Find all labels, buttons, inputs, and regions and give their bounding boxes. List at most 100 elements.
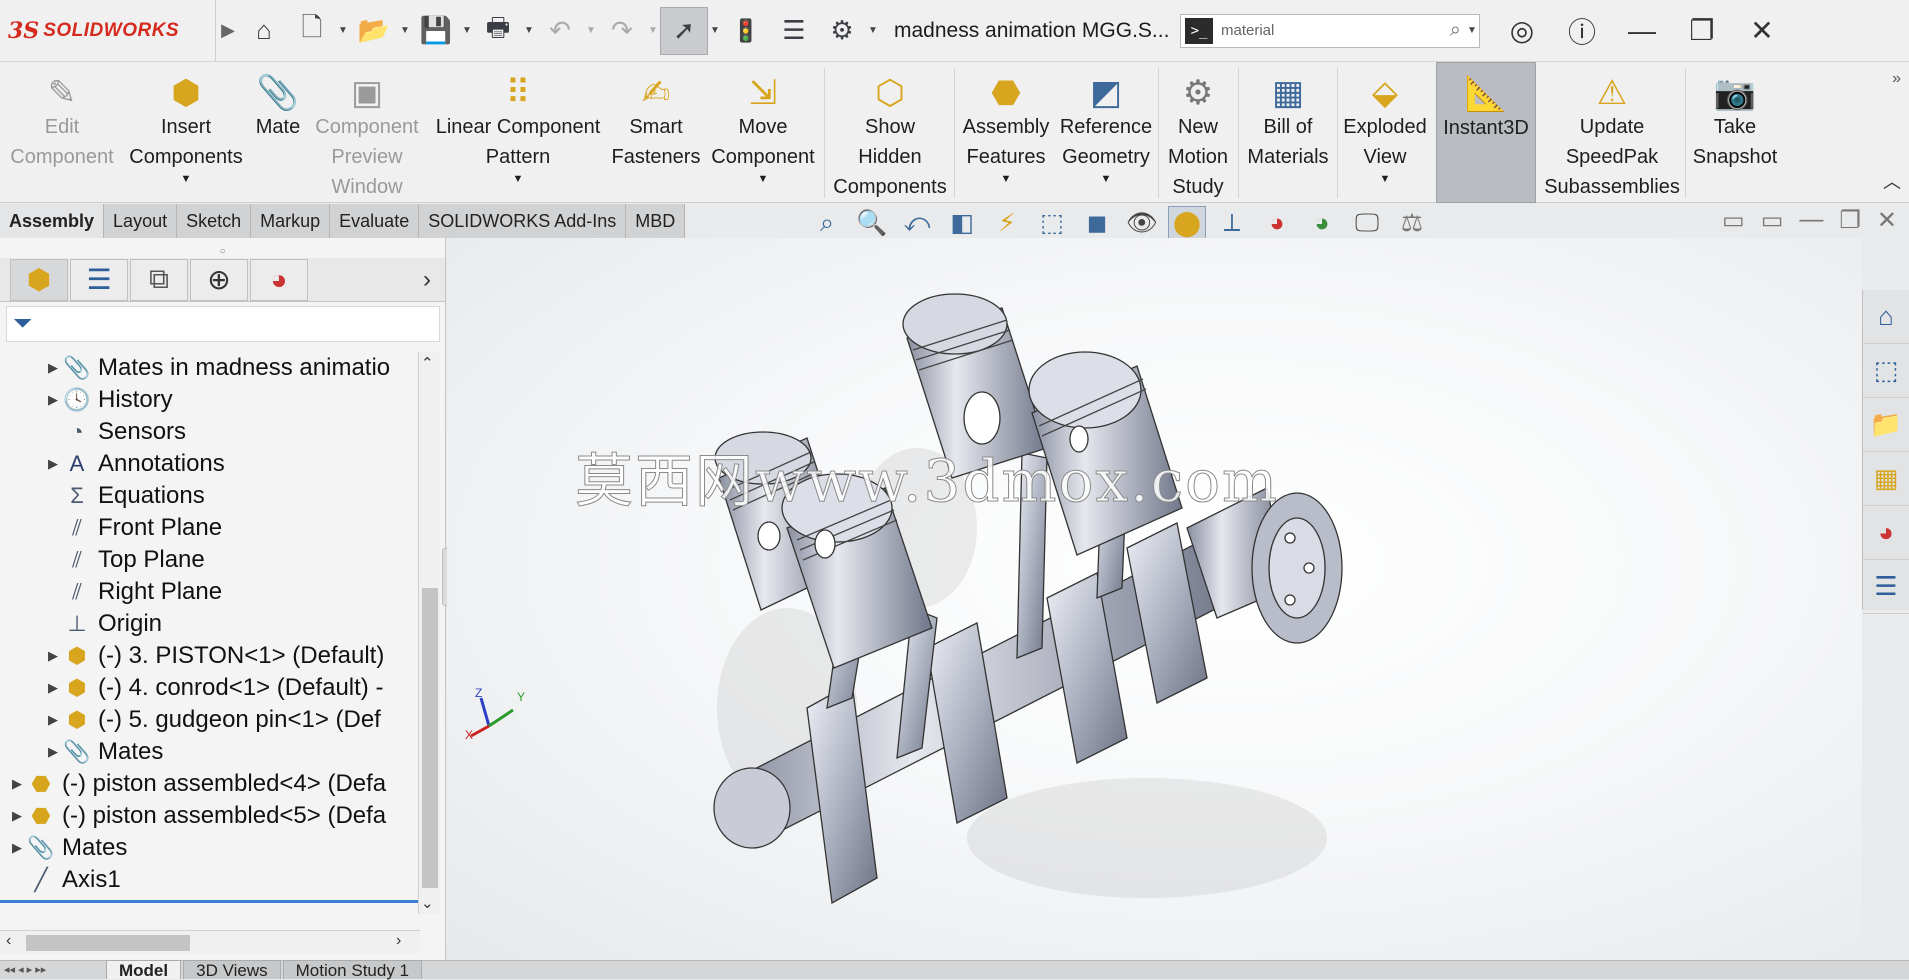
chevron-down-icon[interactable]: ▼ <box>336 25 350 36</box>
help-icon[interactable]: ⓘ <box>1552 11 1612 51</box>
monitor-icon[interactable]: 🖵 <box>1348 206 1386 240</box>
tab-motion-study-1[interactable]: Motion Study 1 <box>282 960 423 980</box>
previous-view-icon[interactable]: ⤺ <box>898 206 936 240</box>
save-icon[interactable]: 💾 <box>412 7 460 55</box>
zoom-to-fit-icon[interactable]: ⌕ <box>808 206 846 240</box>
appearances-scenes-icon[interactable]: ◕ <box>1863 506 1909 560</box>
redo-icon[interactable]: ↷ <box>598 7 646 55</box>
tree-node[interactable]: ▶ ⬢ (-) 4. conrod<1> (Default) - <box>0 672 418 704</box>
chevron-down-icon[interactable]: ▼ <box>124 172 248 186</box>
bill-of-materials-button[interactable]: ▦ Bill of Materials <box>1240 62 1336 203</box>
edit-component-button[interactable]: ✎ Edit Component <box>0 62 124 203</box>
move-component-button[interactable]: ⇲ Move Component ▼ <box>702 62 824 203</box>
tab-markup[interactable]: Markup <box>251 204 331 238</box>
scroll-down-icon[interactable]: ⌄ <box>421 894 434 912</box>
tree-node[interactable]: ▶ 📎 Mates <box>0 736 418 768</box>
tree-node[interactable]: ⫽ Front Plane <box>0 512 418 544</box>
hide-show-items-icon[interactable]: 👁 <box>1123 206 1161 240</box>
tab-navigation-arrows[interactable]: ◂◂ ◂ ▸ ▸▸ <box>0 960 106 979</box>
filter-icon[interactable]: ⏷ <box>6 306 440 342</box>
expand-arrow-icon[interactable]: ▶ <box>44 392 62 408</box>
close-icon[interactable]: ✕ <box>1877 206 1897 235</box>
display-style-icon[interactable]: ◼ <box>1078 206 1116 240</box>
edit-appearance-icon[interactable]: ⬤ <box>1168 206 1206 240</box>
expand-arrow-icon[interactable]: ▶ <box>8 840 26 856</box>
tab-3d-views[interactable]: 3D Views <box>183 960 281 980</box>
tab-sketch[interactable]: Sketch <box>177 204 252 238</box>
scrollbar-thumb[interactable] <box>422 588 438 888</box>
user-account-icon[interactable]: ◎ <box>1492 14 1552 47</box>
expand-arrow-icon[interactable]: ▶ <box>44 680 62 696</box>
tree-node[interactable]: ▶ 🕓 History <box>0 384 418 416</box>
exploded-view-button[interactable]: ⬙ Exploded View ▼ <box>1338 62 1432 203</box>
tab-layout[interactable]: Layout <box>104 204 178 238</box>
mate-button[interactable]: 📎 Mate <box>248 62 308 203</box>
chevron-down-icon[interactable]: ▼ <box>1338 172 1432 186</box>
file-properties-icon[interactable]: ☰ <box>770 7 818 55</box>
tree-node[interactable]: ▶ 📎 Mates in madness animatio <box>0 352 418 384</box>
rollback-bar[interactable] <box>0 900 418 903</box>
assembly-features-button[interactable]: ⬣ Assembly Features ▼ <box>956 62 1056 203</box>
select-arrow-icon[interactable]: ➚ <box>660 6 708 55</box>
scroll-left-icon[interactable]: ‹ <box>6 932 11 950</box>
property-manager-tab-icon[interactable]: ☰ <box>70 258 128 301</box>
tree-node[interactable]: ⊥ Origin <box>0 608 418 640</box>
solidworks-resources-home-icon[interactable]: ⌂ <box>1863 290 1909 344</box>
home-icon[interactable]: ⌂ <box>240 7 288 55</box>
ribbon-more-icon[interactable]: » <box>1892 70 1901 88</box>
scroll-right-icon[interactable]: › <box>396 932 401 950</box>
tree-node[interactable]: ⫽ Top Plane <box>0 544 418 576</box>
tree-horizontal-scrollbar[interactable]: ‹ › <box>0 930 420 954</box>
component-preview-window-button[interactable]: ▣ Component Preview Window <box>308 62 426 203</box>
tree-node[interactable]: ▶ ⬢ (-) 5. gudgeon pin<1> (Def <box>0 704 418 736</box>
view-orientation-icon[interactable]: ⬚ <box>1033 206 1071 240</box>
chevron-down-icon[interactable]: ▼ <box>646 25 660 36</box>
undo-icon[interactable]: ↶ <box>536 7 584 55</box>
tab-evaluate[interactable]: Evaluate <box>330 204 420 238</box>
graphics-area[interactable]: 莫西网www.3dmox.com Z Y X <box>447 238 1862 960</box>
expand-arrow-icon[interactable]: ▶ <box>44 456 62 472</box>
tree-vertical-scrollbar[interactable]: ⌃ ⌄ <box>418 352 440 914</box>
display-manager-tab-icon[interactable]: ◕ <box>250 258 308 301</box>
configuration-manager-tab-icon[interactable]: ⧉ <box>130 258 188 301</box>
chevron-down-icon[interactable]: ▼ <box>866 25 880 36</box>
tile-left-icon[interactable]: ▭ <box>1722 206 1745 235</box>
chevron-down-icon[interactable]: ▼ <box>522 25 536 36</box>
view-palette-icon[interactable]: ▦ <box>1863 452 1909 506</box>
chevron-down-icon[interactable]: ▼ <box>708 25 722 36</box>
tree-node[interactable]: ▶ ⬣ (-) piston assembled<4> (Defa <box>0 768 418 800</box>
chevron-right-icon[interactable]: › <box>423 266 431 294</box>
tree-node[interactable]: Σ Equations <box>0 480 418 512</box>
collapse-ribbon-icon[interactable]: ︿ <box>1883 168 1901 194</box>
section-view-icon[interactable]: ◧ <box>943 206 981 240</box>
chevron-down-icon[interactable]: ▼ <box>1056 172 1156 186</box>
expand-arrow-icon[interactable]: ▶ <box>44 744 62 760</box>
custom-properties-icon[interactable]: ☰ <box>1863 560 1909 614</box>
minimize-icon[interactable]: — <box>1612 15 1672 47</box>
display-manager-icon[interactable]: ◕ <box>1303 206 1341 240</box>
linear-component-pattern-button[interactable]: ⠿ Linear Component Pattern ▼ <box>426 62 610 203</box>
tree-node[interactable]: ⫽ Right Plane <box>0 576 418 608</box>
expand-arrow-icon[interactable]: ▶ <box>44 360 62 376</box>
chevron-down-icon[interactable]: ▼ <box>460 25 474 36</box>
options-gear-icon[interactable]: ⚙ <box>818 7 866 55</box>
instant3d-button[interactable]: 📐 Instant3D <box>1436 62 1536 203</box>
chevron-down-icon[interactable]: ▼ <box>1465 25 1479 36</box>
restore-icon[interactable]: ❐ <box>1672 14 1732 47</box>
close-icon[interactable]: ✕ <box>1732 14 1792 47</box>
scrollbar-thumb[interactable] <box>26 935 190 951</box>
search-input[interactable]: material <box>1221 22 1450 39</box>
dynamic-annotation-icon[interactable]: ⚡ <box>988 206 1026 240</box>
tab-mbd[interactable]: MBD <box>626 204 686 238</box>
take-snapshot-button[interactable]: 📷 Take Snapshot <box>1686 62 1784 203</box>
panel-grip-icon[interactable]: ○ <box>0 246 445 258</box>
chevron-down-icon[interactable]: ▼ <box>426 172 610 186</box>
tree-node[interactable]: ▶ ⬣ (-) piston assembled<5> (Defa <box>0 800 418 832</box>
zoom-to-area-icon[interactable]: 🔍 <box>853 206 891 240</box>
search-box[interactable]: >_ material ⌕ ▼ <box>1180 13 1480 48</box>
smart-fasteners-button[interactable]: ✍ Smart Fasteners <box>610 62 702 203</box>
chevron-down-icon[interactable]: ▼ <box>584 25 598 36</box>
tree-node[interactable]: ◔ Sensors <box>0 416 418 448</box>
expand-arrow-icon[interactable]: ▶ <box>44 648 62 664</box>
view-settings-icon[interactable]: ◕ <box>1258 206 1296 240</box>
